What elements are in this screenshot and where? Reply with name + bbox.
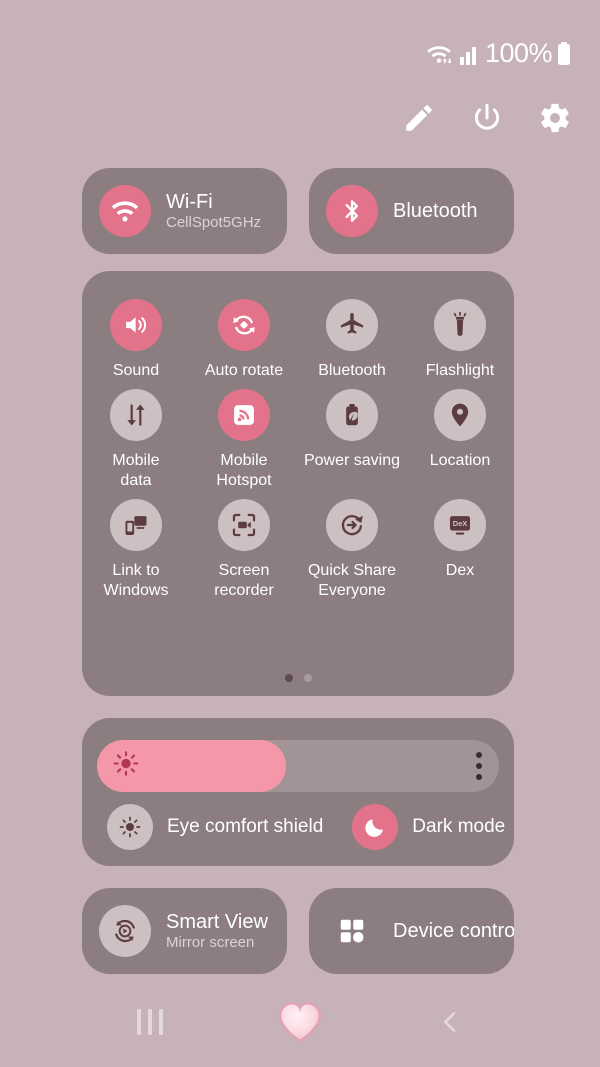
flashlight-icon — [434, 299, 486, 351]
tile-label: Quick Share Everyone — [307, 562, 397, 599]
tile-label: Dex — [445, 562, 475, 579]
data-arrows-icon — [110, 389, 162, 441]
smart-view-icon — [99, 905, 151, 957]
tile-sound[interactable]: Sound — [82, 299, 190, 381]
wifi-ssid: CellSpot5GHz — [166, 213, 262, 231]
screen-record-icon — [218, 499, 270, 551]
bottom-tiles-row: Smart View Mirror screen Device control — [82, 888, 514, 974]
heart-home-icon[interactable] — [270, 992, 330, 1052]
device-control-icon — [326, 905, 378, 957]
connectivity-row: Wi-Fi CellSpot5GHz Bluetooth — [82, 168, 514, 254]
tile-location[interactable]: Location — [406, 389, 514, 491]
page-dot[interactable] — [284, 674, 293, 682]
wifi-title: Wi-Fi — [166, 190, 213, 213]
gear-icon[interactable] — [538, 101, 572, 135]
tile-label: Location — [429, 452, 491, 469]
wifi-icon — [99, 185, 151, 237]
quick-share-icon — [326, 499, 378, 551]
header-actions — [402, 101, 572, 135]
link-windows-icon — [110, 499, 162, 551]
recents-icon[interactable] — [120, 992, 180, 1052]
auto-rotate-icon — [218, 299, 270, 351]
power-icon[interactable] — [470, 101, 504, 135]
quick-tiles-panel: Sound Auto rotate Bluetooth Flashlight Mobil… — [82, 271, 514, 696]
quick-settings-screen: 100% Wi-Fi CellSpot5GHz Bluetooth Sound … — [0, 0, 600, 1067]
quick-tiles-grid: Sound Auto rotate Bluetooth Flashlight Mobil… — [82, 299, 514, 601]
tile-smart-view[interactable]: Smart View Mirror screen — [82, 888, 287, 974]
battery-full-icon — [556, 41, 572, 67]
signal-bars-icon — [459, 42, 481, 66]
tile-label: Screen recorder — [214, 562, 274, 599]
tile-mobile-hotspot[interactable]: Mobile Hotspot — [190, 389, 298, 491]
tile-bluetooth[interactable]: Bluetooth — [298, 299, 406, 381]
tile-power-saving[interactable]: Power saving — [298, 389, 406, 491]
location-pin-icon — [434, 389, 486, 441]
battery-leaf-icon — [326, 389, 378, 441]
navigation-bar — [0, 987, 600, 1057]
moon-icon — [352, 804, 399, 850]
svg-text:DeX: DeX — [453, 519, 468, 528]
tile-dex[interactable]: DeX Dex — [406, 499, 514, 601]
tile-label: Bluetooth — [318, 362, 386, 379]
tile-label: Mobile Hotspot — [216, 452, 272, 489]
kebab-menu-icon[interactable] — [476, 752, 482, 780]
tile-label: Flashlight — [425, 362, 495, 379]
brightness-sun-icon — [113, 751, 139, 782]
eye-comfort-label: Eye comfort shield — [167, 816, 324, 837]
tile-label: Auto rotate — [204, 362, 284, 379]
tile-bluetooth-pill[interactable]: Bluetooth — [309, 168, 514, 254]
tile-label: Sound — [112, 362, 160, 379]
airplane-icon — [326, 299, 378, 351]
brightness-panel: Eye comfort shield Dark mode — [82, 718, 514, 866]
tile-quick-share[interactable]: Quick Share Everyone — [298, 499, 406, 601]
bluetooth-title: Bluetooth — [393, 199, 478, 222]
pencil-icon[interactable] — [402, 101, 436, 135]
tile-device-control[interactable]: Device control — [309, 888, 514, 974]
dark-mode-label: Dark mode — [412, 816, 506, 837]
tile-label: Mobile data — [112, 452, 160, 489]
page-indicator[interactable] — [82, 674, 514, 682]
status-bar: 100% — [425, 38, 572, 69]
tile-screen-recorder[interactable]: Screen recorder — [190, 499, 298, 601]
eye-comfort-icon — [107, 804, 153, 850]
tile-label: Power saving — [303, 452, 401, 469]
display-toggle-row: Eye comfort shield Dark mode — [107, 804, 517, 850]
tile-flashlight[interactable]: Flashlight — [406, 299, 514, 381]
toggle-dark-mode[interactable]: Dark mode — [352, 804, 505, 850]
speaker-icon — [110, 299, 162, 351]
dex-icon: DeX — [434, 499, 486, 551]
battery-percentage: 100% — [484, 38, 553, 68]
tile-auto-rotate[interactable]: Auto rotate — [190, 299, 298, 381]
tile-label: Link to Windows — [103, 562, 169, 599]
smart-view-subtitle: Mirror screen — [166, 933, 255, 951]
bluetooth-icon — [326, 185, 378, 237]
toggle-eye-comfort-shield[interactable]: Eye comfort shield — [107, 804, 323, 850]
tile-link-to-windows[interactable]: Link to Windows — [82, 499, 190, 601]
hotspot-icon — [218, 389, 270, 441]
back-chevron-icon[interactable] — [420, 992, 480, 1052]
smart-view-title: Smart View — [166, 910, 268, 933]
page-dot[interactable] — [303, 674, 312, 682]
brightness-slider[interactable] — [97, 740, 499, 792]
wifi-data-icon — [425, 41, 455, 67]
device-control-title: Device control — [393, 919, 514, 942]
tile-wifi[interactable]: Wi-Fi CellSpot5GHz — [82, 168, 287, 254]
tile-mobile-data[interactable]: Mobile data — [82, 389, 190, 491]
